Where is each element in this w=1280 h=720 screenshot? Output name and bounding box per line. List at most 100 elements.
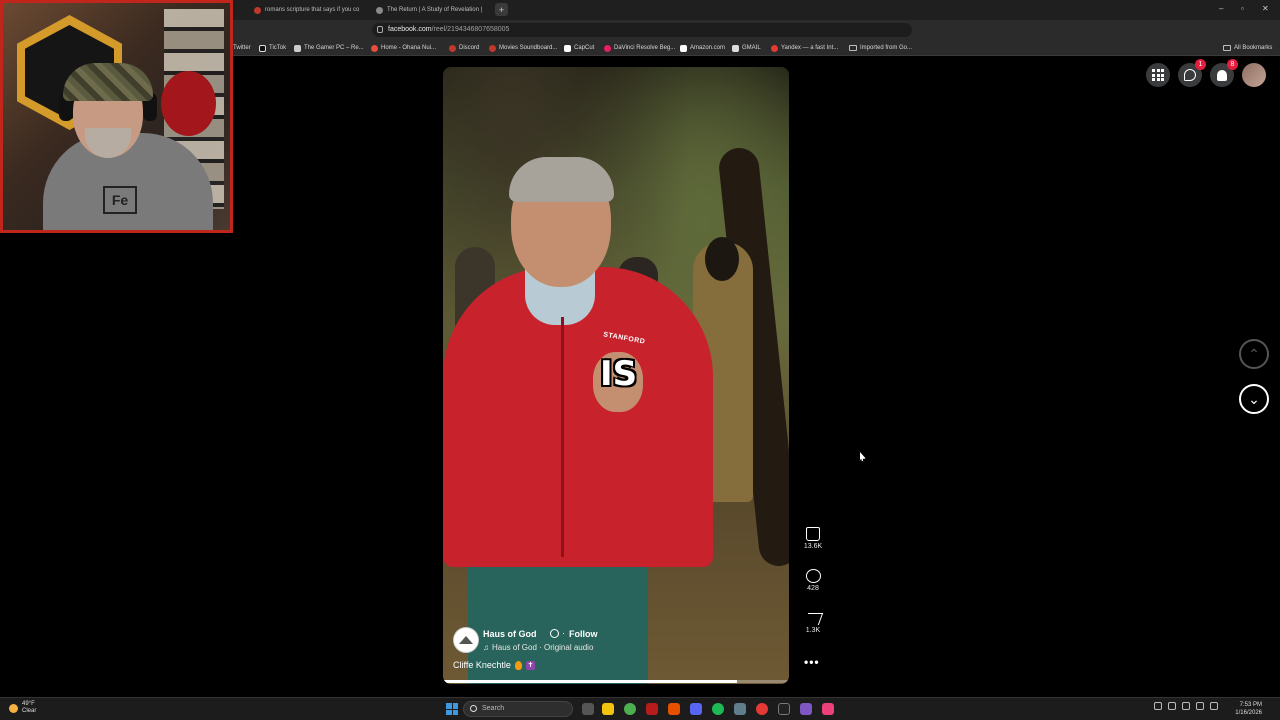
page-avatar[interactable] (453, 627, 479, 653)
site-info-icon[interactable] (377, 26, 383, 33)
reel-video[interactable]: STANFORD IS Haus of God · Follow ♫ Haus … (443, 67, 789, 684)
chrome-icon[interactable] (624, 703, 636, 715)
bookmark-twitter[interactable]: Twitter (233, 43, 251, 53)
close-window-button[interactable]: ✕ (1262, 4, 1269, 13)
network-icon[interactable] (1168, 702, 1176, 710)
tiktok-icon (259, 44, 266, 52)
menu-grid-button[interactable] (1146, 63, 1170, 87)
calculator-icon[interactable] (800, 703, 812, 715)
minimize-button[interactable]: – (1219, 4, 1223, 13)
davinci-icon[interactable] (756, 703, 768, 715)
subtitle-word: IS (600, 354, 638, 394)
chevron-up-icon: ⌃ (1248, 345, 1260, 362)
weather-text: 49°F Clear (22, 701, 36, 715)
bookmark-label: Twitter (233, 45, 251, 51)
file-explorer-icon[interactable] (602, 703, 614, 715)
search-placeholder: Search (482, 705, 505, 712)
gmail-icon (732, 44, 739, 52)
microphone-icon[interactable] (1182, 702, 1190, 710)
bookmark-gamer-pc[interactable]: The Gamer PC – Re... (294, 43, 364, 53)
screen: romans scripture that says if you co The… (0, 0, 1280, 720)
more-options-button[interactable]: ••• (804, 655, 820, 669)
bookmark-label: Amazon.com (690, 45, 726, 51)
tab-label: romans scripture that says if you co (265, 7, 360, 13)
bookmark-label: Imported from Go... (860, 45, 913, 51)
messenger-icon (1184, 69, 1196, 81)
audio-link[interactable]: ♫ Haus of God · Original audio (483, 643, 593, 652)
app-icon[interactable] (646, 703, 658, 715)
taskbar: 49°F Clear Search 7:53 PM 1/16/2026 (0, 697, 1280, 720)
comment-count: 428 (807, 585, 819, 592)
new-tab-button[interactable]: + (495, 3, 508, 16)
bookmark-gmail[interactable]: GMAIL (732, 43, 761, 53)
folder-icon (849, 45, 857, 51)
obs-icon[interactable] (734, 703, 746, 715)
bookmark-capcut[interactable]: CapCut (564, 43, 594, 53)
davinci-icon (604, 44, 611, 52)
clock-date: 1/16/2026 (1235, 710, 1262, 716)
messenger-button[interactable]: 1 (1178, 59, 1206, 87)
bookmark-label: Discord (459, 45, 480, 51)
task-view-icon[interactable] (582, 703, 594, 715)
music-note-icon: ♫ (483, 643, 489, 652)
url-field[interactable]: facebook.com/reel/2194346807658005 (372, 23, 912, 37)
audio-label: Haus of God · Original audio (492, 643, 594, 652)
previous-reel-button[interactable]: ⌃ (1239, 339, 1269, 369)
tab-romans[interactable]: romans scripture that says if you co (248, 2, 366, 18)
tab-revelation[interactable]: The Return | A Study of Revelation | (370, 2, 488, 18)
clock[interactable]: 7:53 PM 1/16/2026 (1226, 701, 1262, 717)
video-progress-bar[interactable] (443, 680, 789, 683)
bookmark-label: Yandex — a fast Int... (781, 45, 839, 51)
messenger-badge: 1 (1195, 59, 1206, 70)
moon-icon (9, 703, 18, 713)
next-reel-button[interactable]: ⌄ (1239, 384, 1269, 414)
bookmark-discord[interactable]: Discord (449, 43, 479, 53)
account-avatar[interactable] (1242, 63, 1266, 87)
page-name-link[interactable]: Haus of God (483, 629, 537, 639)
bookmark-davinci[interactable]: DaVinci Resolve Beg... (604, 43, 675, 53)
shirt-logo: Fe (103, 186, 137, 214)
speaker-icon[interactable] (1210, 702, 1218, 710)
capcut-icon[interactable] (778, 703, 790, 715)
discord-icon[interactable] (690, 703, 702, 715)
chevron-up-icon[interactable] (1154, 702, 1162, 710)
notifications-button[interactable]: 8 (1210, 59, 1238, 87)
maximize-button[interactable]: ▫ (1241, 4, 1244, 13)
url-host: facebook.com (388, 26, 432, 33)
url-path: /reel/2194346807658005 (431, 26, 510, 33)
house-icon (459, 636, 473, 644)
tab-favicon (376, 6, 383, 14)
follow-button[interactable]: Follow (569, 629, 598, 639)
bookmark-label: DaVinci Resolve Beg... (614, 45, 676, 51)
all-bookmarks-label: All Bookmarks (1234, 45, 1273, 51)
all-bookmarks[interactable]: All Bookmarks (1223, 43, 1272, 53)
spotify-icon[interactable] (712, 703, 724, 715)
app-icon[interactable] (822, 703, 834, 715)
start-button[interactable] (446, 703, 458, 715)
bookmark-label: TicTok (269, 45, 287, 51)
jacket-zipper (561, 317, 564, 557)
weather-temp: 49°F (22, 701, 35, 707)
share-count: 1.3K (805, 627, 821, 634)
bookmark-ohana[interactable]: Home - Ohana Nui... (371, 43, 436, 53)
weather-desc: Clear (22, 708, 37, 714)
brave-icon[interactable] (668, 703, 680, 715)
bookmark-imported[interactable]: Imported from Go... (849, 43, 912, 53)
share-arrow-icon (803, 613, 823, 625)
bookmark-yandex[interactable]: Yandex — a fast Int... (771, 43, 838, 53)
video-progress-fill (443, 680, 738, 683)
reel-info: Haus of God · Follow ♫ Haus of God · Ori… (453, 625, 773, 680)
taskbar-search[interactable]: Search (463, 701, 573, 717)
system-tray[interactable] (1154, 702, 1218, 710)
yandex-icon (771, 44, 778, 52)
wifi-icon[interactable] (1196, 702, 1204, 710)
bookmark-amazon[interactable]: Amazon.com (680, 43, 725, 53)
bookmark-tiktok[interactable]: TicTok (259, 43, 286, 53)
cross-emoji-icon: ✝ (525, 660, 535, 670)
share-button[interactable]: 1.3K (800, 613, 826, 634)
weather-widget[interactable]: 49°F Clear (9, 701, 36, 715)
comment-button[interactable]: 428 (800, 569, 826, 592)
like-button[interactable]: 13.6K (800, 527, 826, 550)
bookmark-soundboard[interactable]: Movies Soundboard... (489, 43, 557, 53)
soundboard-icon (489, 44, 496, 52)
